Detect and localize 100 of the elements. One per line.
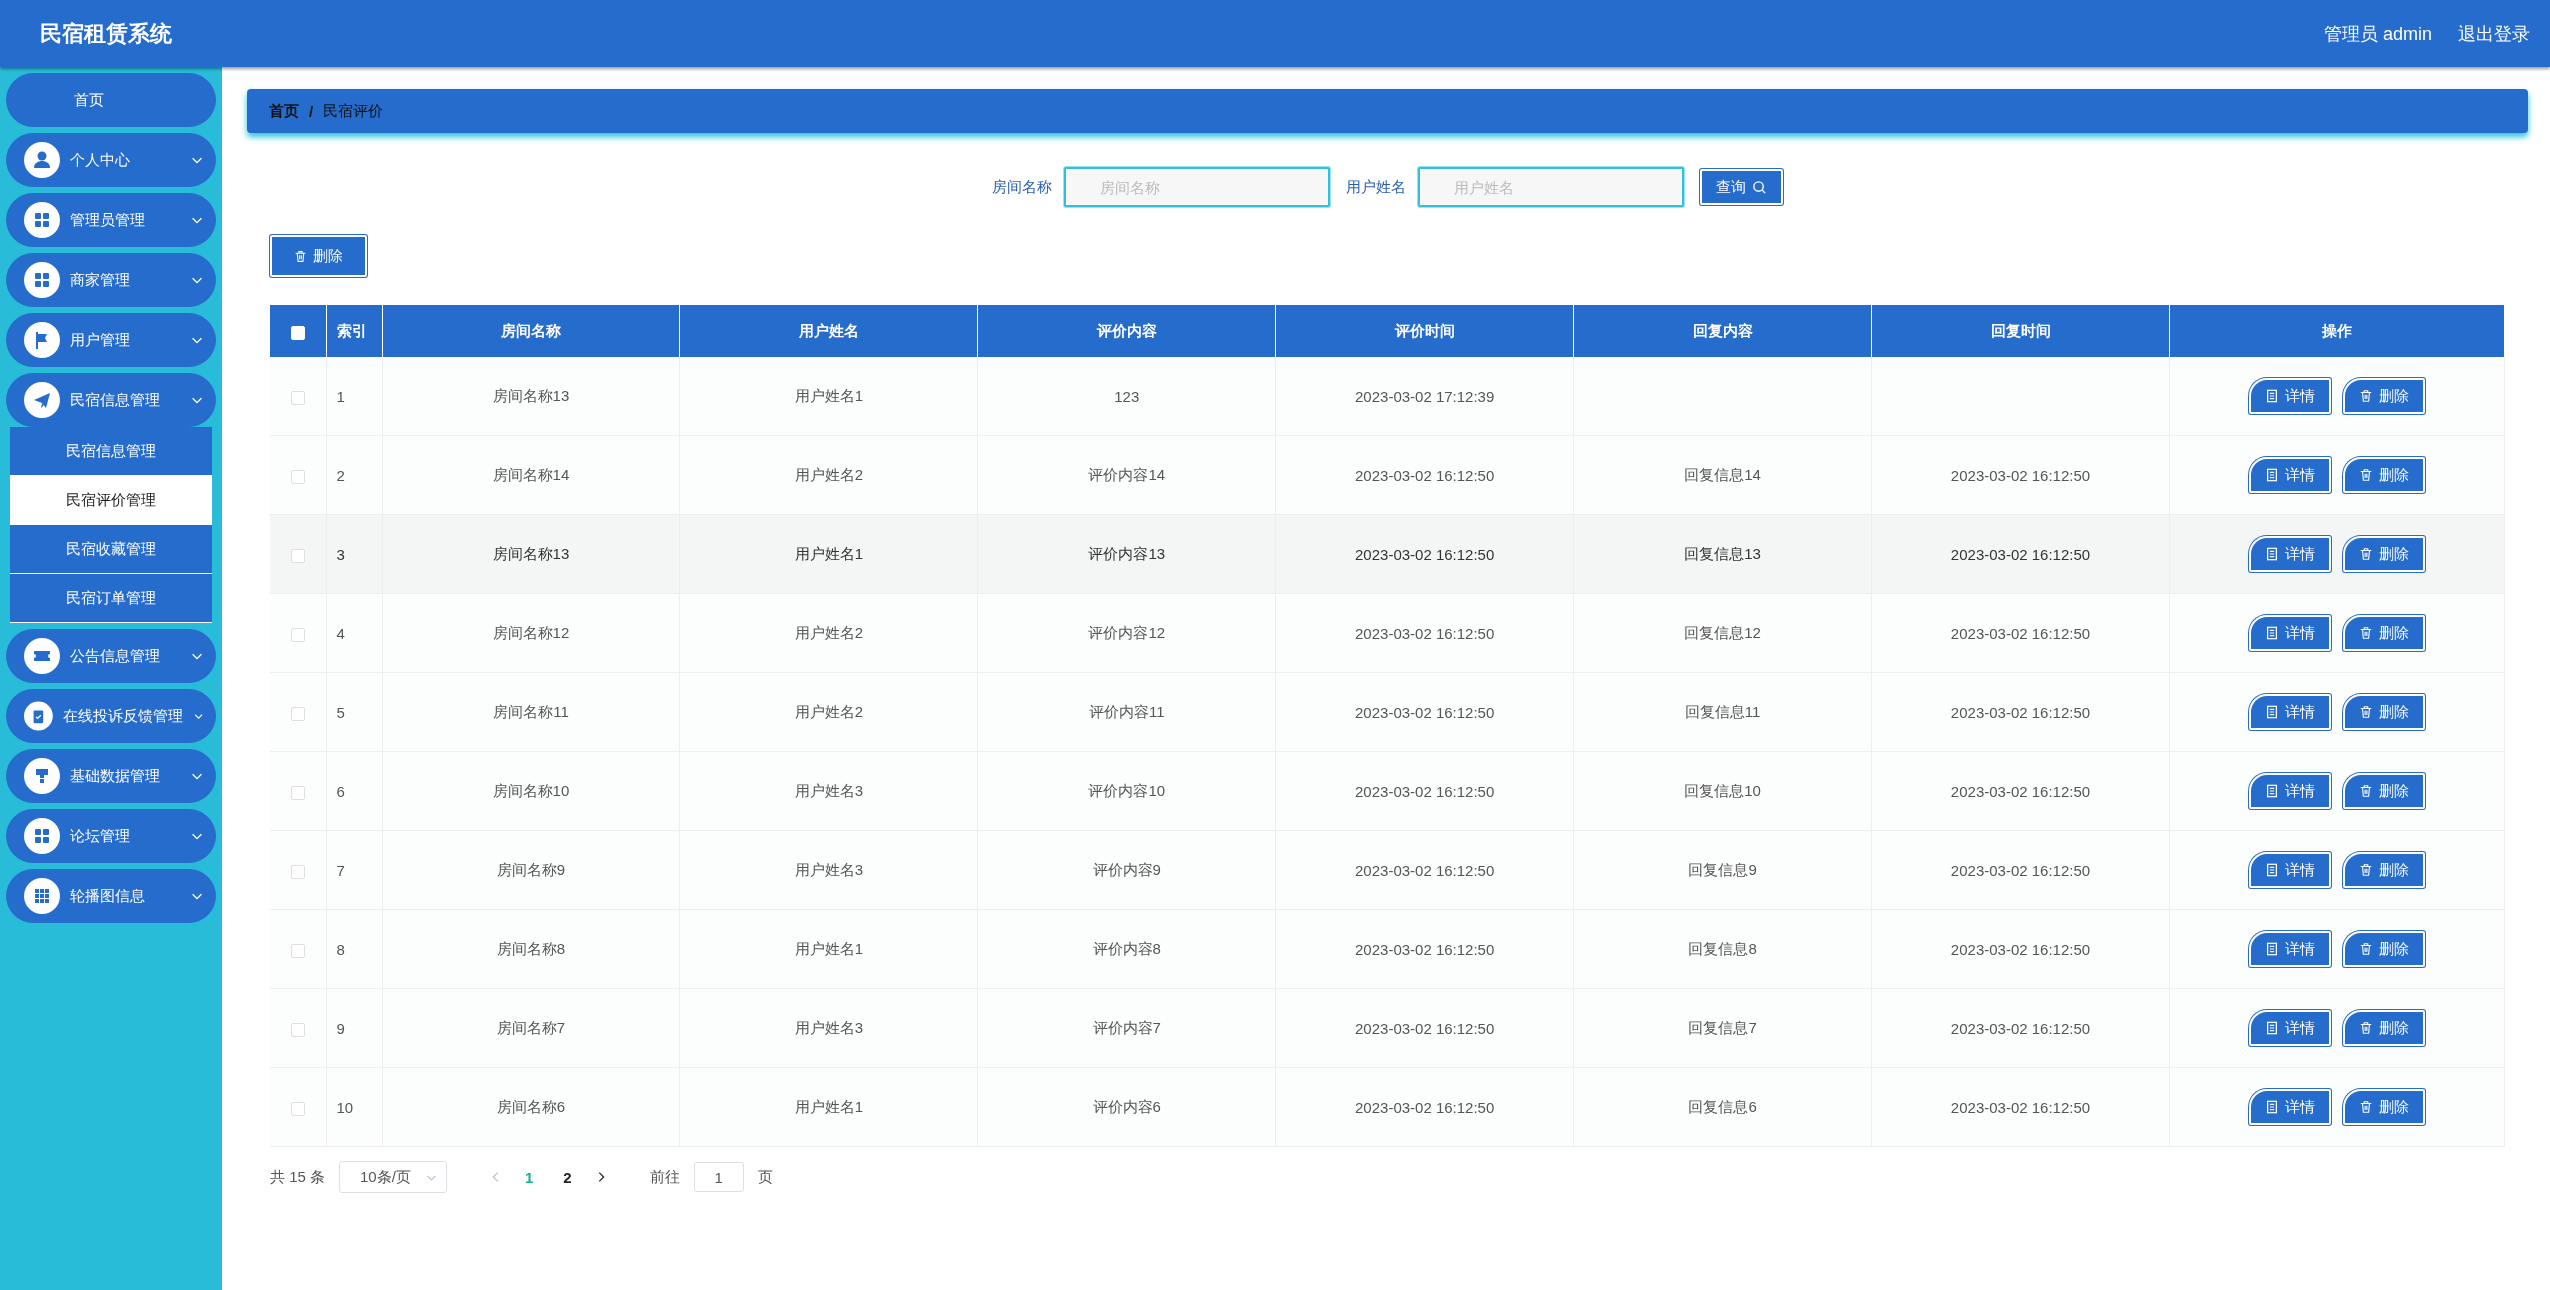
detail-button[interactable]: 详情 (2249, 457, 2331, 493)
delete-button[interactable]: 删除 (2343, 457, 2425, 493)
column-header: 房间名称 (382, 305, 680, 357)
delete-button[interactable]: 删除 (2343, 1010, 2425, 1046)
row-checkbox[interactable] (290, 548, 305, 563)
table-cell: 回复信息11 (1573, 672, 1872, 752)
menu-item[interactable]: 基础数据管理 (6, 749, 216, 803)
delete-button[interactable]: 删除 (2343, 1089, 2425, 1125)
field-label: 房间名称 (992, 177, 1052, 197)
detail-button[interactable]: 详情 (2249, 1010, 2331, 1046)
table-cell: 评价内容14 (977, 435, 1276, 515)
table-cell: 回复信息13 (1573, 514, 1872, 594)
column-header: 索引 (326, 305, 382, 357)
table-cell: 2023-03-02 16:12:50 (1871, 514, 2170, 594)
document-icon (2265, 626, 2279, 640)
page-input[interactable]: 1 (693, 1162, 744, 1192)
menu-item[interactable]: 轮播图信息 (6, 869, 216, 923)
grid-icon (24, 262, 60, 298)
detail-button[interactable]: 详情 (2249, 536, 2331, 572)
user-label: 管理员 admin (2323, 22, 2432, 46)
detail-button[interactable]: 详情 (2249, 694, 2331, 730)
table-cell: 2023-03-02 16:12:50 (1871, 672, 2170, 752)
menu-item[interactable]: 首页 (6, 73, 216, 127)
table-cell: 回复信息7 (1573, 988, 1872, 1068)
row-checkbox[interactable] (290, 390, 305, 405)
table-cell: 房间名称11 (382, 672, 680, 752)
menu-item[interactable]: 民宿信息管理 (6, 373, 216, 427)
row-checkbox[interactable] (290, 627, 305, 642)
grid-icon (24, 818, 60, 854)
document-icon (2265, 1021, 2279, 1035)
column-header: 回复内容 (1573, 305, 1872, 357)
row-checkbox[interactable] (290, 1101, 305, 1116)
table-cell: 房间名称6 (382, 1067, 680, 1147)
delete-button[interactable]: 删除 (2343, 931, 2425, 967)
table-cell: 评价内容6 (977, 1067, 1276, 1147)
table-cell: 3 (326, 514, 382, 594)
delete-button[interactable]: 删除 (2343, 694, 2425, 730)
delete-button[interactable]: 删除 (2343, 378, 2425, 414)
row-checkbox[interactable] (290, 785, 305, 800)
table-cell: 2023-03-02 16:12:50 (1871, 593, 2170, 673)
search-icon (1752, 179, 1767, 195)
page-number[interactable]: 1 (516, 1168, 542, 1186)
row-checkbox[interactable] (290, 943, 305, 958)
row-checkbox[interactable] (290, 469, 305, 484)
delete-button[interactable]: 删除 (2343, 852, 2425, 888)
delete-button[interactable]: 删除 (270, 235, 367, 277)
menu-item[interactable]: 在线投诉反馈管理 (6, 689, 216, 743)
detail-button[interactable]: 详情 (2249, 852, 2331, 888)
table-cell: 2023-03-02 16:12:50 (1871, 751, 2170, 831)
detail-button[interactable]: 详情 (2249, 378, 2331, 414)
table-cell: 用户姓名3 (679, 751, 978, 831)
page-number[interactable]: 2 (555, 1168, 580, 1186)
menu-item[interactable]: 商家管理 (6, 253, 216, 307)
document-icon (2265, 468, 2279, 482)
detail-button[interactable]: 详情 (2249, 773, 2331, 809)
page-size-select[interactable]: 10条/页 (339, 1161, 447, 1193)
logout-link[interactable]: 退出登录 (2458, 21, 2530, 46)
row-checkbox[interactable] (290, 706, 305, 721)
document-icon (2265, 784, 2279, 798)
row-checkbox[interactable] (290, 864, 305, 879)
table-cell: 评价内容13 (977, 514, 1276, 594)
select-all-checkbox[interactable] (290, 325, 305, 340)
delete-button[interactable]: 删除 (2343, 536, 2425, 572)
breadcrumb-link[interactable]: 首页 (269, 101, 299, 121)
detail-button[interactable]: 详情 (2249, 931, 2331, 967)
grid-icon (24, 878, 60, 914)
search-button[interactable]: 查询 (1700, 169, 1783, 205)
submenu-item[interactable]: 民宿订单管理 (10, 574, 212, 623)
table-cell: 房间名称13 (382, 357, 680, 436)
column-header: 回复时间 (1871, 305, 2170, 357)
table-cell: 6 (326, 751, 382, 831)
detail-button[interactable]: 详情 (2249, 615, 2331, 651)
row-checkbox[interactable] (290, 1022, 305, 1037)
menu-item[interactable]: 个人中心 (6, 133, 216, 187)
table-cell: 123 (977, 357, 1276, 436)
input-field[interactable]: 用户姓名 (1418, 167, 1684, 207)
table-cell: 2023-03-02 17:12:39 (1275, 357, 1574, 436)
menu-item[interactable]: 用户管理 (6, 313, 216, 367)
detail-button[interactable]: 详情 (2249, 1089, 2331, 1125)
column-header: 操作 (2169, 305, 2505, 357)
goto-label: 前往 (649, 1167, 680, 1187)
menu-item[interactable]: 管理员管理 (6, 193, 216, 247)
delete-button[interactable]: 删除 (2343, 615, 2425, 651)
trash-icon (2359, 705, 2373, 719)
table-cell: 房间名称14 (382, 435, 680, 515)
table-cell: 2023-03-02 16:12:50 (1275, 830, 1574, 910)
input-field[interactable]: 房间名称 (1064, 167, 1330, 207)
menu-item[interactable]: 论坛管理 (6, 809, 216, 863)
menu-item[interactable]: 公告信息管理 (6, 629, 216, 683)
breadcrumb-separator: / (309, 102, 314, 120)
table-cell: 2023-03-02 16:12:50 (1275, 988, 1574, 1068)
table-cell: 房间名称12 (382, 593, 680, 673)
table-cell: 评价内容9 (977, 830, 1276, 910)
document-icon (2265, 389, 2279, 403)
delete-button[interactable]: 删除 (2343, 773, 2425, 809)
table-cell: 房间名称8 (382, 909, 680, 989)
table-cell: 8 (326, 909, 382, 989)
submenu-item[interactable]: 民宿信息管理 (10, 427, 212, 476)
submenu-item[interactable]: 民宿收藏管理 (10, 525, 212, 574)
submenu-item[interactable]: 民宿评价管理 (10, 476, 212, 525)
